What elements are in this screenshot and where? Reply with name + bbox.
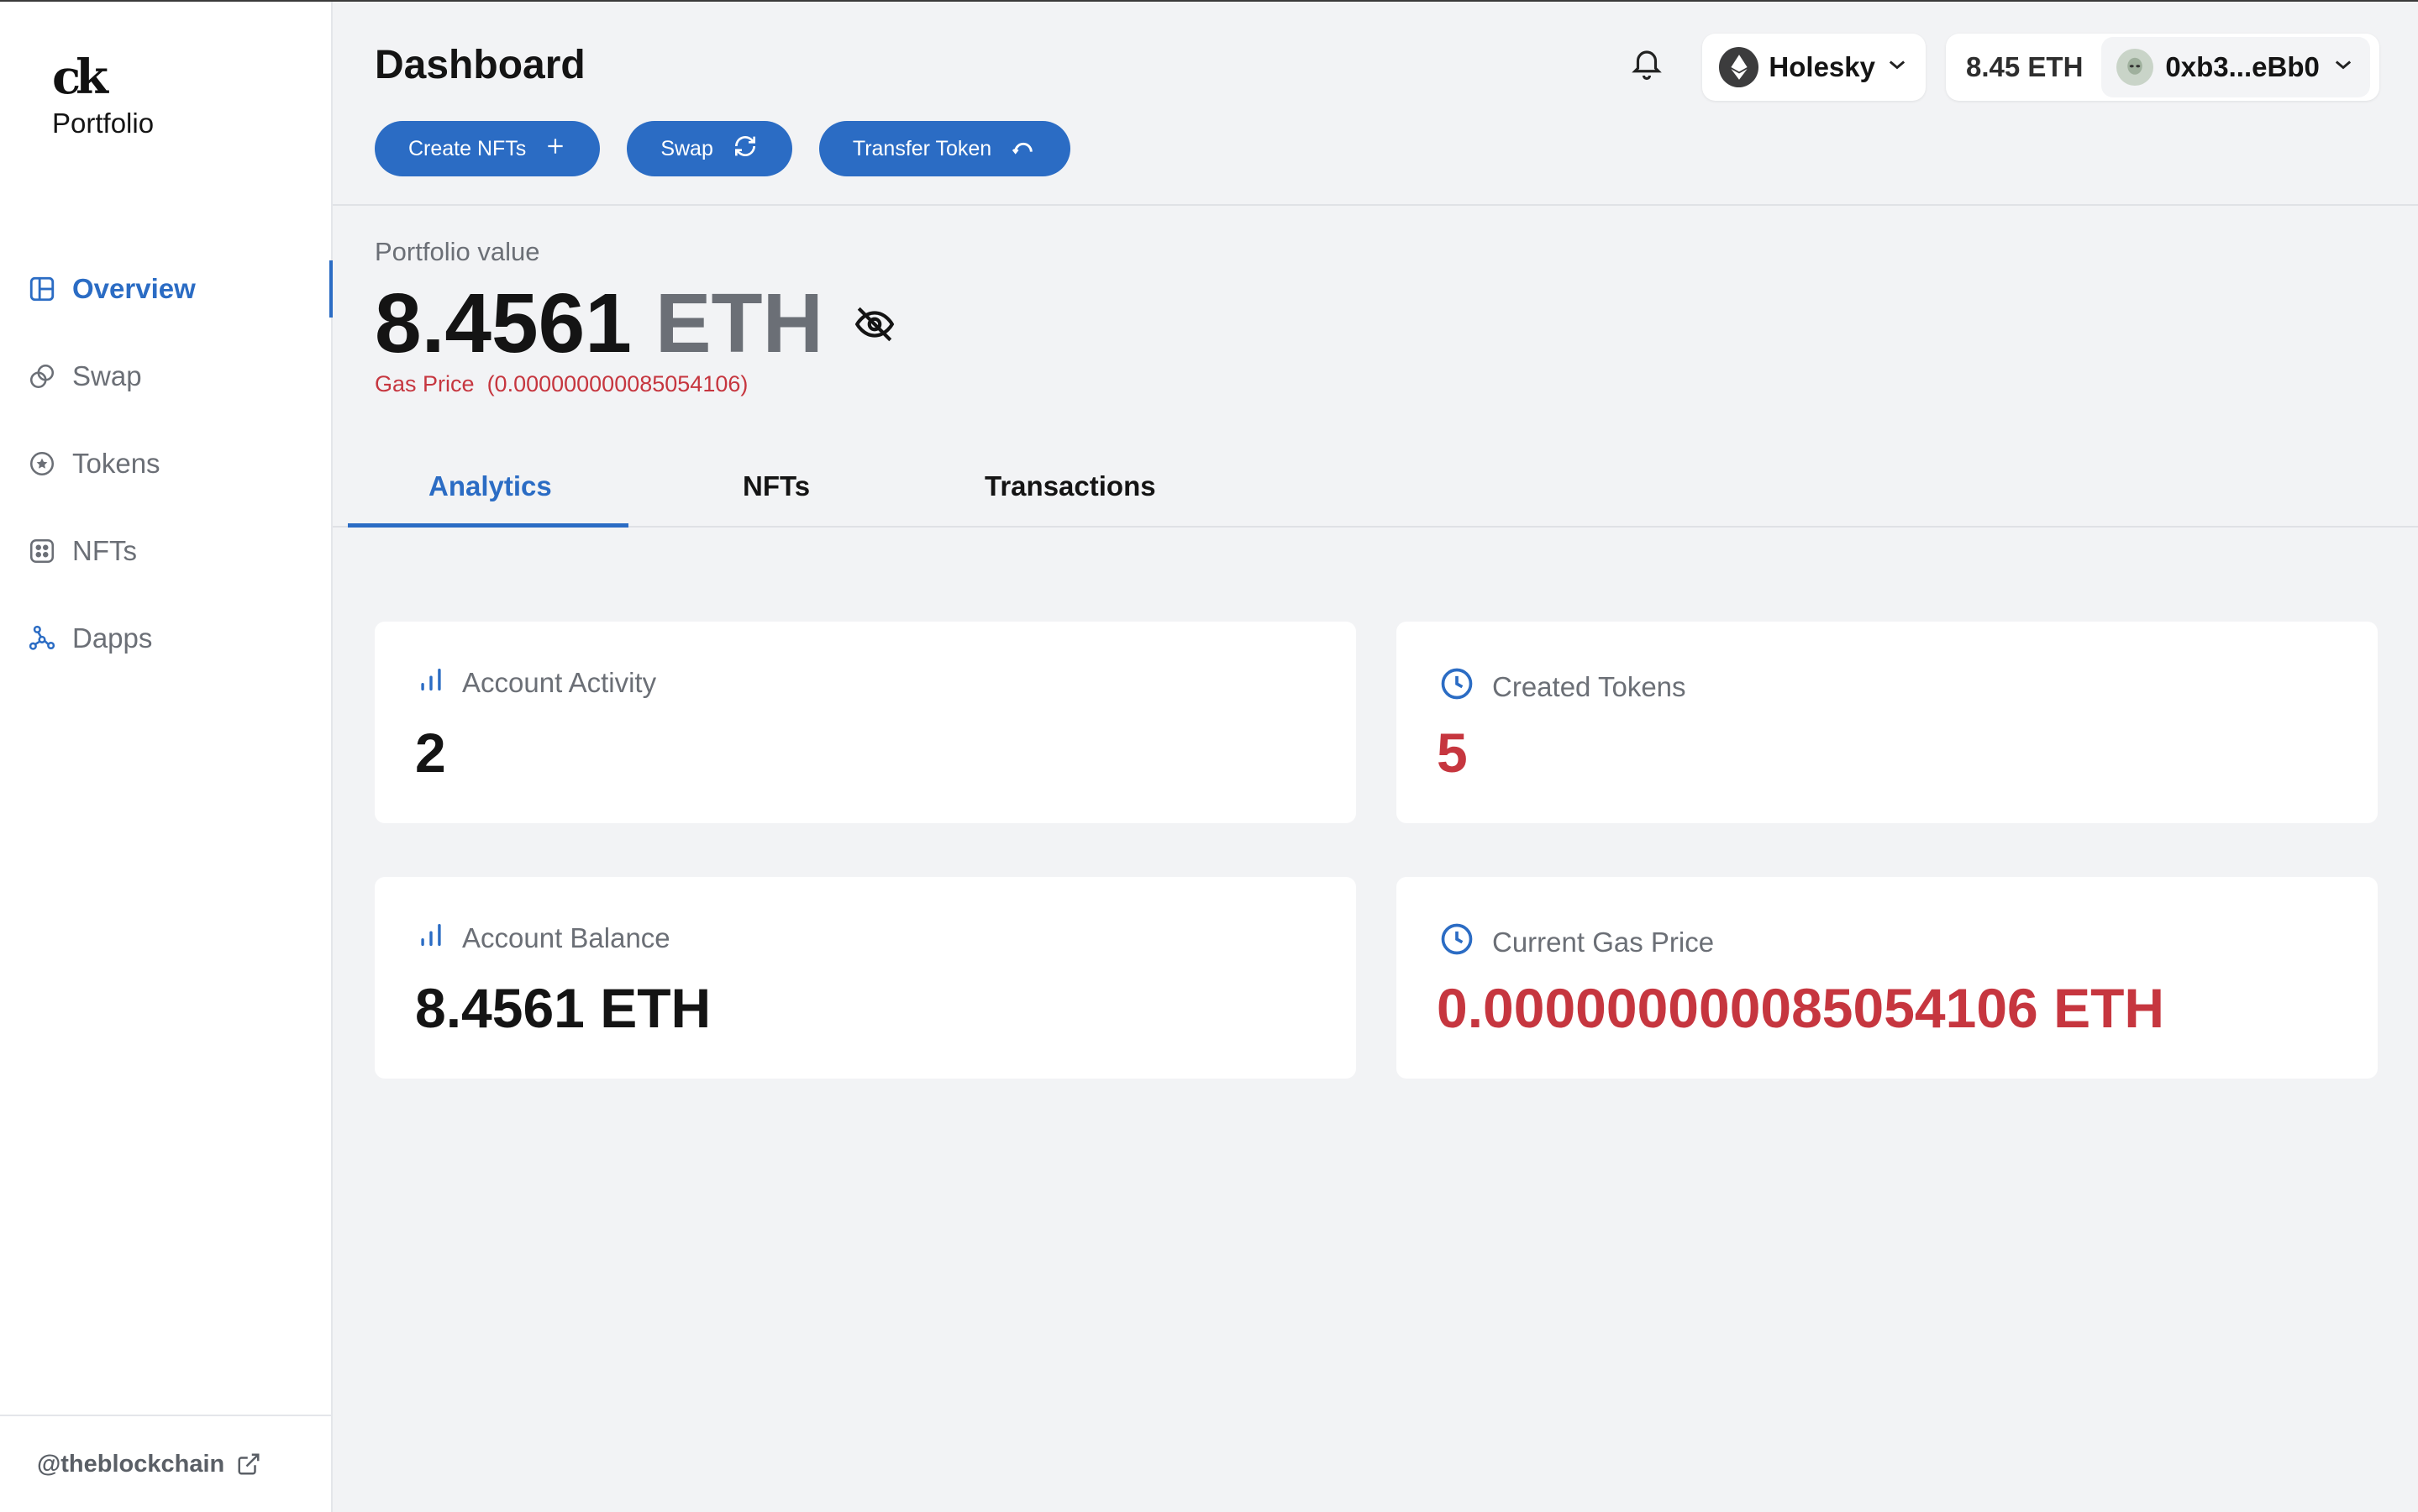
bell-icon <box>1629 46 1664 86</box>
active-tab-indicator <box>348 523 628 528</box>
token-star-icon <box>27 449 57 479</box>
wallet-widget: 8.45 ETH 0xb3...eBb0 <box>1946 34 2379 101</box>
ethereum-icon <box>1719 47 1759 87</box>
create-nfts-button[interactable]: Create NFTs <box>375 121 601 176</box>
sidebar-footer-link[interactable]: @theblockchain <box>0 1415 331 1512</box>
sidebar-item-tokens[interactable]: Tokens <box>0 420 331 507</box>
transfer-arc-icon <box>1010 133 1037 165</box>
portfolio-value: 8.4561 ETH <box>375 276 896 372</box>
portfolio-amount: 8.4561 <box>375 276 632 370</box>
created-tokens-card: Created Tokens 5 <box>1396 622 2378 823</box>
sidebar: ck Portfolio Overview Swap Tokens NFTs D… <box>0 2 333 1512</box>
card-header: Created Tokens <box>1438 665 1686 709</box>
avatar <box>2116 49 2154 86</box>
sidebar-item-swap[interactable]: Swap <box>0 333 331 420</box>
card-header: Current Gas Price <box>1438 921 1714 964</box>
card-value: 8.4561 ETH <box>415 977 712 1039</box>
hide-balance-eye-off-icon[interactable] <box>854 303 896 345</box>
tab-transactions[interactable]: Transactions <box>985 470 1156 502</box>
sidebar-item-nfts[interactable]: NFTs <box>0 507 331 595</box>
card-value: 2 <box>415 722 446 784</box>
sidebar-item-label: NFTs <box>72 535 137 566</box>
gas-price-line: Gas Price (0.000000000085054106) <box>375 371 748 397</box>
card-header: Account Activity <box>417 665 656 701</box>
sidebar-item-dapps[interactable]: Dapps <box>0 595 331 682</box>
tab-nfts[interactable]: NFTs <box>743 470 810 502</box>
sidebar-item-label: Tokens <box>72 448 160 479</box>
chevron-down-icon <box>1885 51 1909 83</box>
bar-chart-icon <box>417 665 445 701</box>
portfolio-unit: ETH <box>654 276 823 370</box>
page-title: Dashboard <box>375 43 586 87</box>
card-header: Account Balance <box>417 921 670 956</box>
portfolio-value-label: Portfolio value <box>375 237 540 266</box>
card-title: Current Gas Price <box>1492 927 1715 958</box>
current-gas-price-card: Current Gas Price 0.000000000085054106 E… <box>1396 877 2378 1079</box>
nft-grid-icon <box>27 536 57 566</box>
button-label: Transfer Token <box>852 136 992 160</box>
sidebar-item-label: Overview <box>72 273 196 304</box>
gas-price-value: (0.000000000085054106) <box>486 371 749 396</box>
refresh-icon <box>732 133 759 165</box>
card-title: Account Balance <box>462 922 670 953</box>
account-selector[interactable]: 0xb3...eBb0 <box>2101 37 2370 97</box>
sidebar-item-label: Swap <box>72 360 142 391</box>
sidebar-item-label: Dapps <box>72 622 153 654</box>
account-address: 0xb3...eBb0 <box>2165 51 2320 82</box>
bar-chart-icon <box>417 921 445 956</box>
button-label: Swap <box>660 136 713 160</box>
transfer-token-button[interactable]: Transfer Token <box>818 121 1071 176</box>
external-link-icon <box>236 1452 261 1477</box>
plus-icon <box>544 135 566 163</box>
card-value: 5 <box>1437 722 1468 784</box>
clock-icon <box>1438 665 1475 709</box>
network-selector[interactable]: Holesky <box>1702 34 1926 101</box>
card-title: Account Activity <box>462 667 657 698</box>
card-title: Created Tokens <box>1492 671 1686 702</box>
header: Dashboard Create NFTs Swap Transfer Toke… <box>333 2 2418 206</box>
clock-icon <box>1438 921 1475 964</box>
logo-text: Portfolio <box>52 108 155 139</box>
sidebar-item-overview[interactable]: Overview <box>0 245 333 333</box>
account-balance-card: Account Balance 8.4561 ETH <box>375 877 1356 1079</box>
swap-circles-icon <box>27 361 57 391</box>
tab-bar: Analytics NFTs Transactions <box>333 454 2418 528</box>
logo-mark: ck <box>52 50 108 105</box>
sidebar-nav: Overview Swap Tokens NFTs Dapps <box>0 245 333 682</box>
button-label: Create NFTs <box>408 136 527 160</box>
chevron-down-icon <box>2331 51 2355 83</box>
notifications-button[interactable] <box>1627 45 1667 86</box>
card-value: 0.000000000085054106 ETH <box>1437 977 2165 1039</box>
brand-logo[interactable]: ck Portfolio <box>52 52 154 139</box>
action-buttons: Create NFTs Swap Transfer Token <box>375 121 1071 176</box>
layout-icon <box>27 274 57 304</box>
tab-analytics[interactable]: Analytics <box>428 470 552 502</box>
swap-button[interactable]: Swap <box>627 121 792 176</box>
wallet-balance: 8.45 ETH <box>1966 51 2084 82</box>
network-name: Holesky <box>1769 51 1875 82</box>
gas-price-label: Gas Price <box>375 371 475 396</box>
account-activity-card: Account Activity 2 <box>375 622 1356 823</box>
dapps-nodes-icon <box>27 623 57 654</box>
footer-handle: @theblockchain <box>37 1450 225 1478</box>
